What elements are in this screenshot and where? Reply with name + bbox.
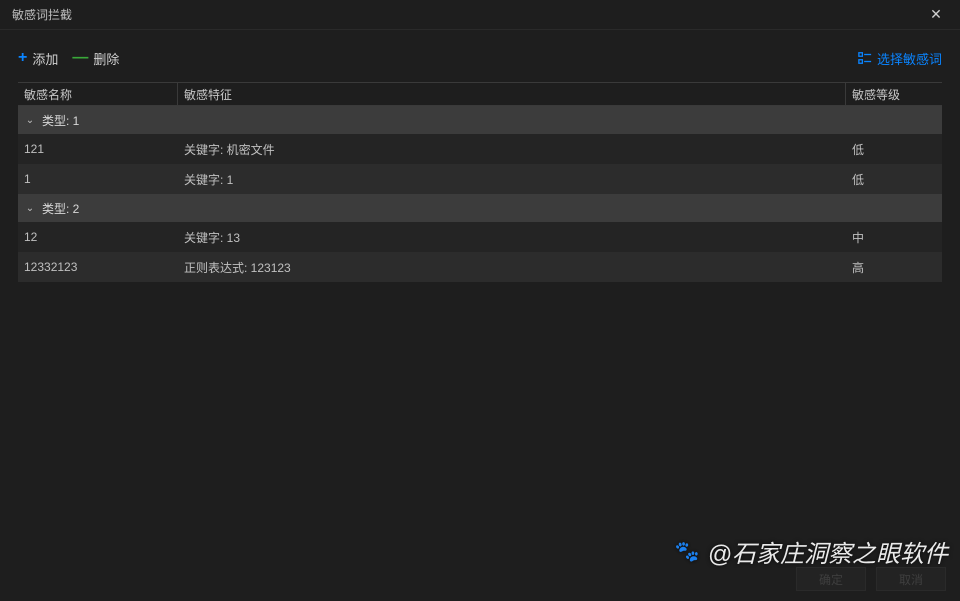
col-level[interactable]: 敏感等级 — [846, 83, 942, 105]
cell-level: 低 — [846, 164, 942, 194]
watermark-text: @石家庄洞察之眼软件 — [708, 534, 948, 569]
close-icon: ✕ — [930, 6, 942, 23]
toolbar-left: + 添加 — 删除 — [18, 49, 119, 68]
cell-level: 低 — [846, 134, 942, 164]
cell-feature: 正则表达式: 123123 — [178, 252, 846, 282]
table-header: 敏感名称 敏感特征 敏感等级 — [18, 82, 942, 106]
close-button[interactable]: ✕ — [924, 3, 948, 27]
ok-button[interactable]: 确定 — [796, 567, 866, 591]
cell-feature: 关键字: 机密文件 — [178, 134, 846, 164]
chevron-down-icon: ⌄ — [24, 115, 36, 126]
sensitive-table: 敏感名称 敏感特征 敏感等级 ⌄ 类型: 1 121 关键字: 机密文件 低 1… — [18, 82, 942, 282]
select-label: 选择敏感词 — [877, 49, 942, 68]
group-header-1[interactable]: ⌄ 类型: 1 — [18, 106, 942, 134]
group-label: 类型: 1 — [42, 112, 79, 129]
watermark: 🐾 @石家庄洞察之眼软件 — [675, 534, 948, 569]
add-label: 添加 — [32, 49, 58, 68]
dialog-footer: 确定 取消 — [796, 567, 946, 591]
minus-icon: — — [72, 50, 88, 66]
delete-button[interactable]: — 删除 — [72, 49, 119, 68]
col-feature[interactable]: 敏感特征 — [178, 83, 846, 105]
table-row[interactable]: 12 关键字: 13 中 — [18, 222, 942, 252]
cell-level: 中 — [846, 222, 942, 252]
table-row[interactable]: 121 关键字: 机密文件 低 — [18, 134, 942, 164]
plus-icon: + — [18, 50, 27, 66]
toolbar: + 添加 — 删除 选择敏感词 — [0, 38, 960, 78]
table-row[interactable]: 1 关键字: 1 低 — [18, 164, 942, 194]
cell-feature: 关键字: 13 — [178, 222, 846, 252]
cell-name: 1 — [18, 164, 178, 194]
cell-name: 12332123 — [18, 252, 178, 282]
select-sensitive-button[interactable]: 选择敏感词 — [858, 49, 942, 68]
add-button[interactable]: + 添加 — [18, 49, 58, 68]
group-label: 类型: 2 — [42, 200, 79, 217]
table-row[interactable]: 12332123 正则表达式: 123123 高 — [18, 252, 942, 282]
window-title: 敏感词拦截 — [12, 6, 72, 23]
list-icon — [858, 51, 872, 65]
group-header-2[interactable]: ⌄ 类型: 2 — [18, 194, 942, 222]
cell-feature: 关键字: 1 — [178, 164, 846, 194]
cancel-button[interactable]: 取消 — [876, 567, 946, 591]
cell-level: 高 — [846, 252, 942, 282]
col-name[interactable]: 敏感名称 — [18, 83, 178, 105]
cell-name: 121 — [18, 134, 178, 164]
titlebar: 敏感词拦截 ✕ — [0, 0, 960, 30]
paw-icon: 🐾 — [675, 539, 700, 564]
delete-label: 删除 — [93, 49, 119, 68]
cell-name: 12 — [18, 222, 178, 252]
chevron-down-icon: ⌄ — [24, 203, 36, 214]
